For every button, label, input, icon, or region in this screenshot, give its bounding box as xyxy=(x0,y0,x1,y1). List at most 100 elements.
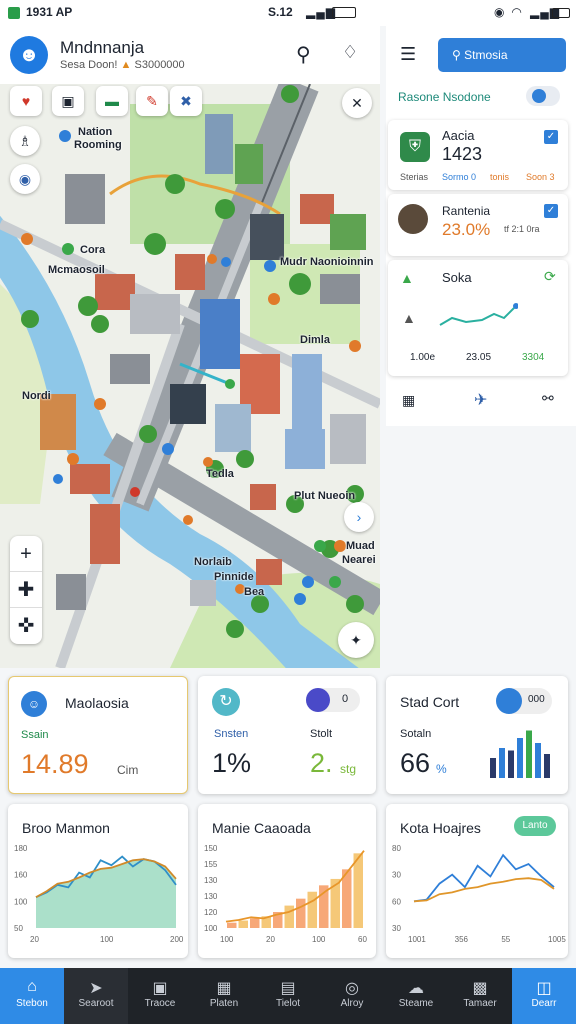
map-view[interactable]: ♥ ▣ ▬ ✎ ✖ ✕ ♗ ◉ + ✚ ✜ › ✦ Nation Rooming… xyxy=(0,84,380,668)
y-tick-label: 130 xyxy=(204,892,218,901)
profile-avatar[interactable]: ☻ xyxy=(10,36,48,74)
close-map-button[interactable]: ✕ xyxy=(342,88,372,118)
nav-item-platen[interactable]: ▦ Platen xyxy=(192,968,256,1024)
stat-card-3[interactable]: Stad Cort 000 Sotaln 66 % xyxy=(386,676,568,794)
card-unit: Cim xyxy=(117,763,139,777)
x-tick-label: 20 xyxy=(266,935,275,944)
section-toggle[interactable] xyxy=(526,86,560,106)
refresh-icon[interactable]: ⟳ xyxy=(544,268,556,285)
search-button-label: Stmosia xyxy=(464,48,508,62)
building xyxy=(175,254,205,290)
search-icon: ⚲ xyxy=(452,48,461,62)
y-tick-label: 60 xyxy=(392,897,401,906)
filter-chip-heart[interactable]: ♥ xyxy=(10,86,42,116)
map-label: Mudr Naonioinnin xyxy=(280,256,374,268)
app-subtitle: Sesa Doon! ▲ S3000000 xyxy=(60,59,185,71)
nav-item-dearr[interactable]: ◫ Dearr xyxy=(512,968,576,1024)
subtitle-text: Sesa Doon! xyxy=(60,59,118,71)
nav-item-steame[interactable]: ☁ Steame xyxy=(384,968,448,1024)
map-label: Cora xyxy=(80,244,106,256)
stat-card-2[interactable]: ↻ 0 Snsten 1% Stolt 2. stg xyxy=(198,676,376,794)
stat-bar xyxy=(517,738,523,778)
area-fill xyxy=(36,859,176,928)
status-badge[interactable]: Lanto xyxy=(514,816,556,836)
item-name: Aacia xyxy=(442,128,475,143)
zoom-in-button[interactable]: + xyxy=(10,536,42,572)
plane-icon[interactable]: ✈ xyxy=(474,390,487,410)
nav-item-label: Dearr xyxy=(531,998,557,1009)
filter-chip-pen[interactable]: ✎ xyxy=(136,86,168,116)
pill-toggle[interactable]: 0 xyxy=(306,688,360,712)
item-checkbox[interactable]: ✓ xyxy=(544,130,558,144)
chart-bar xyxy=(296,898,306,928)
card-label: Stolt xyxy=(310,728,333,740)
chart-bar xyxy=(238,920,248,928)
nav-item-searoot[interactable]: ➤ Searoot xyxy=(64,968,128,1024)
card-title: Manie Caaoada xyxy=(212,820,311,836)
nav-item-tielot[interactable]: ▤ Tielot xyxy=(256,968,320,1024)
card-label: Snsten xyxy=(214,728,249,740)
close-icon: ✕ xyxy=(351,95,363,111)
nav-item-tamaer[interactable]: ▩ Tamaer xyxy=(448,968,512,1024)
search-button[interactable]: ⚲ Stmosia xyxy=(438,38,566,72)
location-button[interactable]: ◉ xyxy=(10,164,40,194)
card-label: Ssain xyxy=(21,729,49,741)
item-meta: Sormo 0 xyxy=(442,172,477,182)
filter-chip-ticket[interactable]: ▬ xyxy=(96,86,128,116)
chart-card-1[interactable]: Broo Manmon 180 160 100 50 20 100 200 xyxy=(8,804,188,958)
filter-chip-tools[interactable]: ✖ xyxy=(170,86,202,116)
building xyxy=(130,294,180,334)
x-tick-label: 100 xyxy=(220,935,234,944)
navigate-button[interactable]: › xyxy=(344,502,374,532)
card-value: 66 xyxy=(400,748,431,778)
filter-chip-photo[interactable]: ▣ xyxy=(52,86,84,116)
building xyxy=(250,484,276,510)
nav-item-traoce[interactable]: ▣ Traoce xyxy=(128,968,192,1024)
x-tick-label: 60 xyxy=(358,935,367,944)
nav-item-alroy[interactable]: ◎ Alroy xyxy=(320,968,384,1024)
map-label: Tedla xyxy=(206,468,234,480)
item-value: 1423 xyxy=(442,144,483,164)
section-title: Rasone Nsodone xyxy=(398,90,491,104)
chart-card-3[interactable]: Kota Hoajres Lanto 80 30 60 30 1001 356 55 1005 xyxy=(386,804,568,958)
compass-button[interactable]: ✦ xyxy=(338,622,374,658)
item-stat: 1.00e xyxy=(410,352,436,363)
app-title: Mndnnanja xyxy=(60,38,145,57)
item-stat: 3304 xyxy=(522,352,545,363)
pill-toggle[interactable]: 000 xyxy=(496,688,552,714)
rotate-button[interactable]: ✜ xyxy=(10,608,42,644)
building xyxy=(40,394,76,450)
menu-icon[interactable]: ☰ xyxy=(400,44,416,65)
stat-bar xyxy=(499,748,505,778)
card-value: 1% xyxy=(212,748,252,778)
shield-icon: ⛨ xyxy=(400,132,430,162)
nav-item-label: Searoot xyxy=(78,998,114,1009)
building xyxy=(190,580,216,606)
y-tick-label: 100 xyxy=(14,897,28,906)
accessibility-button[interactable]: ♗ xyxy=(10,126,40,156)
card-value: 14.89 xyxy=(21,749,89,779)
item-checkbox[interactable]: ✓ xyxy=(544,204,558,218)
chart-card-2[interactable]: Manie Caaoada 150 155 130 130 120 100 100 20 100… xyxy=(198,804,376,958)
search-icon[interactable]: ⚲ xyxy=(296,42,311,67)
nav-item-stebon[interactable]: ⌂ Stebon xyxy=(0,968,64,1024)
item-meta-tag: tonis xyxy=(490,172,510,182)
wifi-icon: ◠ xyxy=(512,5,522,19)
y-tick-label: 30 xyxy=(392,924,401,933)
chart-bar xyxy=(227,922,237,928)
pan-button[interactable]: ✚ xyxy=(10,572,42,608)
map-label: Norlaib xyxy=(194,556,232,568)
list-item[interactable]: ⛨ Aacia 1423 ✓ Sterias Sormo 0 tonis Soo… xyxy=(388,120,568,190)
bell-icon[interactable]: ♢ xyxy=(342,42,358,63)
nav-item-label: Alroy xyxy=(340,998,364,1009)
link-icon[interactable]: ⚯ xyxy=(542,390,554,407)
list-item[interactable]: Rantenia 23.0% tf 2:1 0ra ✓ xyxy=(388,194,568,256)
compass-icon: ◎ xyxy=(345,980,359,997)
list-item[interactable]: ▲ Soka ⟳ ▲ 1.00e 23.05 3304 xyxy=(388,260,568,376)
y-tick-label: 30 xyxy=(392,871,401,880)
stat-card-1[interactable]: ☺ Maolaosia Ssain 14.89 Cim xyxy=(8,676,188,794)
accessibility-icon: ♗ xyxy=(18,133,32,149)
map-icon[interactable]: ▦ xyxy=(402,392,415,409)
heart-icon: ♥ xyxy=(21,93,31,109)
building xyxy=(256,559,282,585)
